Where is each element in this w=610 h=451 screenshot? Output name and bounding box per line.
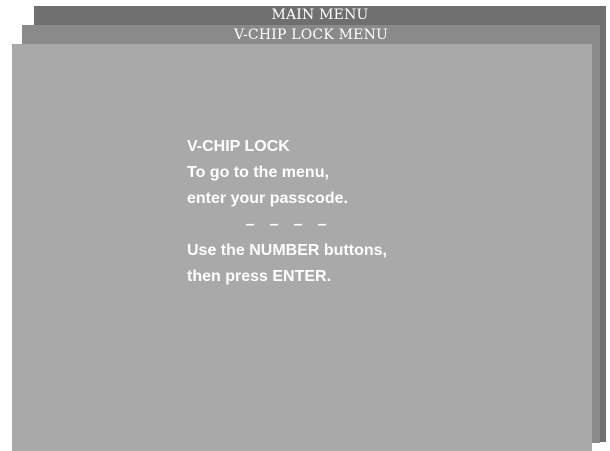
vchip-lock-heading: V-CHIP LOCK bbox=[187, 138, 290, 155]
instruction-line-4: then press ENTER. bbox=[187, 268, 332, 285]
passcode-digit-4: – bbox=[317, 216, 327, 233]
passcode-digit-3: – bbox=[293, 216, 303, 233]
instruction-line-2: enter your passcode. bbox=[187, 190, 348, 207]
passcode-digit-1: – bbox=[245, 216, 255, 233]
instruction-line-3: Use the NUMBER buttons, bbox=[187, 242, 387, 259]
main-menu-title: MAIN MENU bbox=[271, 7, 369, 23]
vchip-lock-menu-title: V-CHIP LOCK MENU bbox=[233, 27, 389, 43]
vchip-lock-panel: V-CHIP LOCK To go to the menu, enter you… bbox=[12, 44, 592, 451]
passcode-entry[interactable]: – – – – bbox=[187, 212, 387, 238]
passcode-digit-2: – bbox=[269, 216, 279, 233]
tv-menu-screen: MAIN MENU V-CHIP LOCK MENU V-CHIP LOCK T… bbox=[0, 0, 610, 451]
vchip-lock-content: V-CHIP LOCK To go to the menu, enter you… bbox=[187, 134, 387, 290]
instruction-line-1: To go to the menu, bbox=[187, 164, 329, 181]
